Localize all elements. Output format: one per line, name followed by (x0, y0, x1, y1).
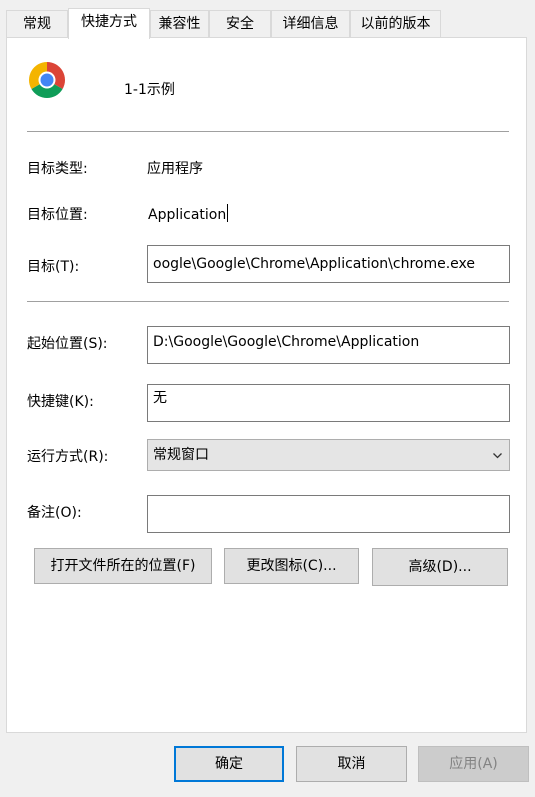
run-select-value: 常规窗口 (153, 447, 209, 463)
comment-label: 备注(O): (27, 505, 82, 521)
target-location-value[interactable]: Application (148, 204, 229, 223)
comment-input[interactable] (147, 495, 510, 533)
tab-previous-versions[interactable]: 以前的版本 (350, 10, 441, 37)
tab-security[interactable]: 安全 (209, 10, 271, 37)
target-location-label: 目标位置: (27, 207, 88, 223)
tab-shortcut[interactable]: 快捷方式 (68, 8, 150, 39)
target-type-label: 目标类型: (27, 161, 88, 177)
tab-panel-shortcut: 1-1示例 目标类型: 应用程序 目标位置: Application 目标(T)… (6, 37, 527, 733)
tab-compatibility[interactable]: 兼容性 (150, 10, 209, 37)
start-in-label: 起始位置(S): (27, 336, 108, 352)
cancel-button[interactable]: 取消 (296, 746, 407, 782)
tab-details[interactable]: 详细信息 (271, 10, 350, 37)
divider (27, 131, 509, 132)
shortcut-name: 1-1示例 (124, 82, 175, 98)
change-icon-button[interactable]: 更改图标(C)... (224, 548, 359, 584)
open-file-location-button[interactable]: 打开文件所在的位置(F) (34, 548, 212, 584)
tab-general[interactable]: 常规 (6, 10, 68, 37)
run-select[interactable]: 常规窗口 (147, 439, 510, 471)
chrome-icon (29, 62, 65, 98)
target-input[interactable]: oogle\Google\Chrome\Application\chrome.e… (147, 245, 510, 283)
run-label: 运行方式(R): (27, 449, 109, 465)
ok-button[interactable]: 确定 (174, 746, 284, 782)
target-location-text: Application (148, 207, 227, 223)
text-caret (227, 204, 229, 222)
hotkey-label: 快捷键(K): (27, 394, 94, 410)
chevron-down-icon (493, 453, 502, 459)
tab-bar: 常规 快捷方式 兼容性 安全 详细信息 以前的版本 (0, 8, 535, 39)
start-in-input[interactable]: D:\Google\Google\Chrome\Application (147, 326, 510, 364)
target-label: 目标(T): (27, 259, 80, 275)
apply-button[interactable]: 应用(A) (418, 746, 529, 782)
hotkey-input[interactable]: 无 (147, 384, 510, 422)
target-type-value: 应用程序 (147, 161, 203, 177)
divider (27, 301, 509, 302)
advanced-button[interactable]: 高级(D)... (372, 548, 508, 586)
